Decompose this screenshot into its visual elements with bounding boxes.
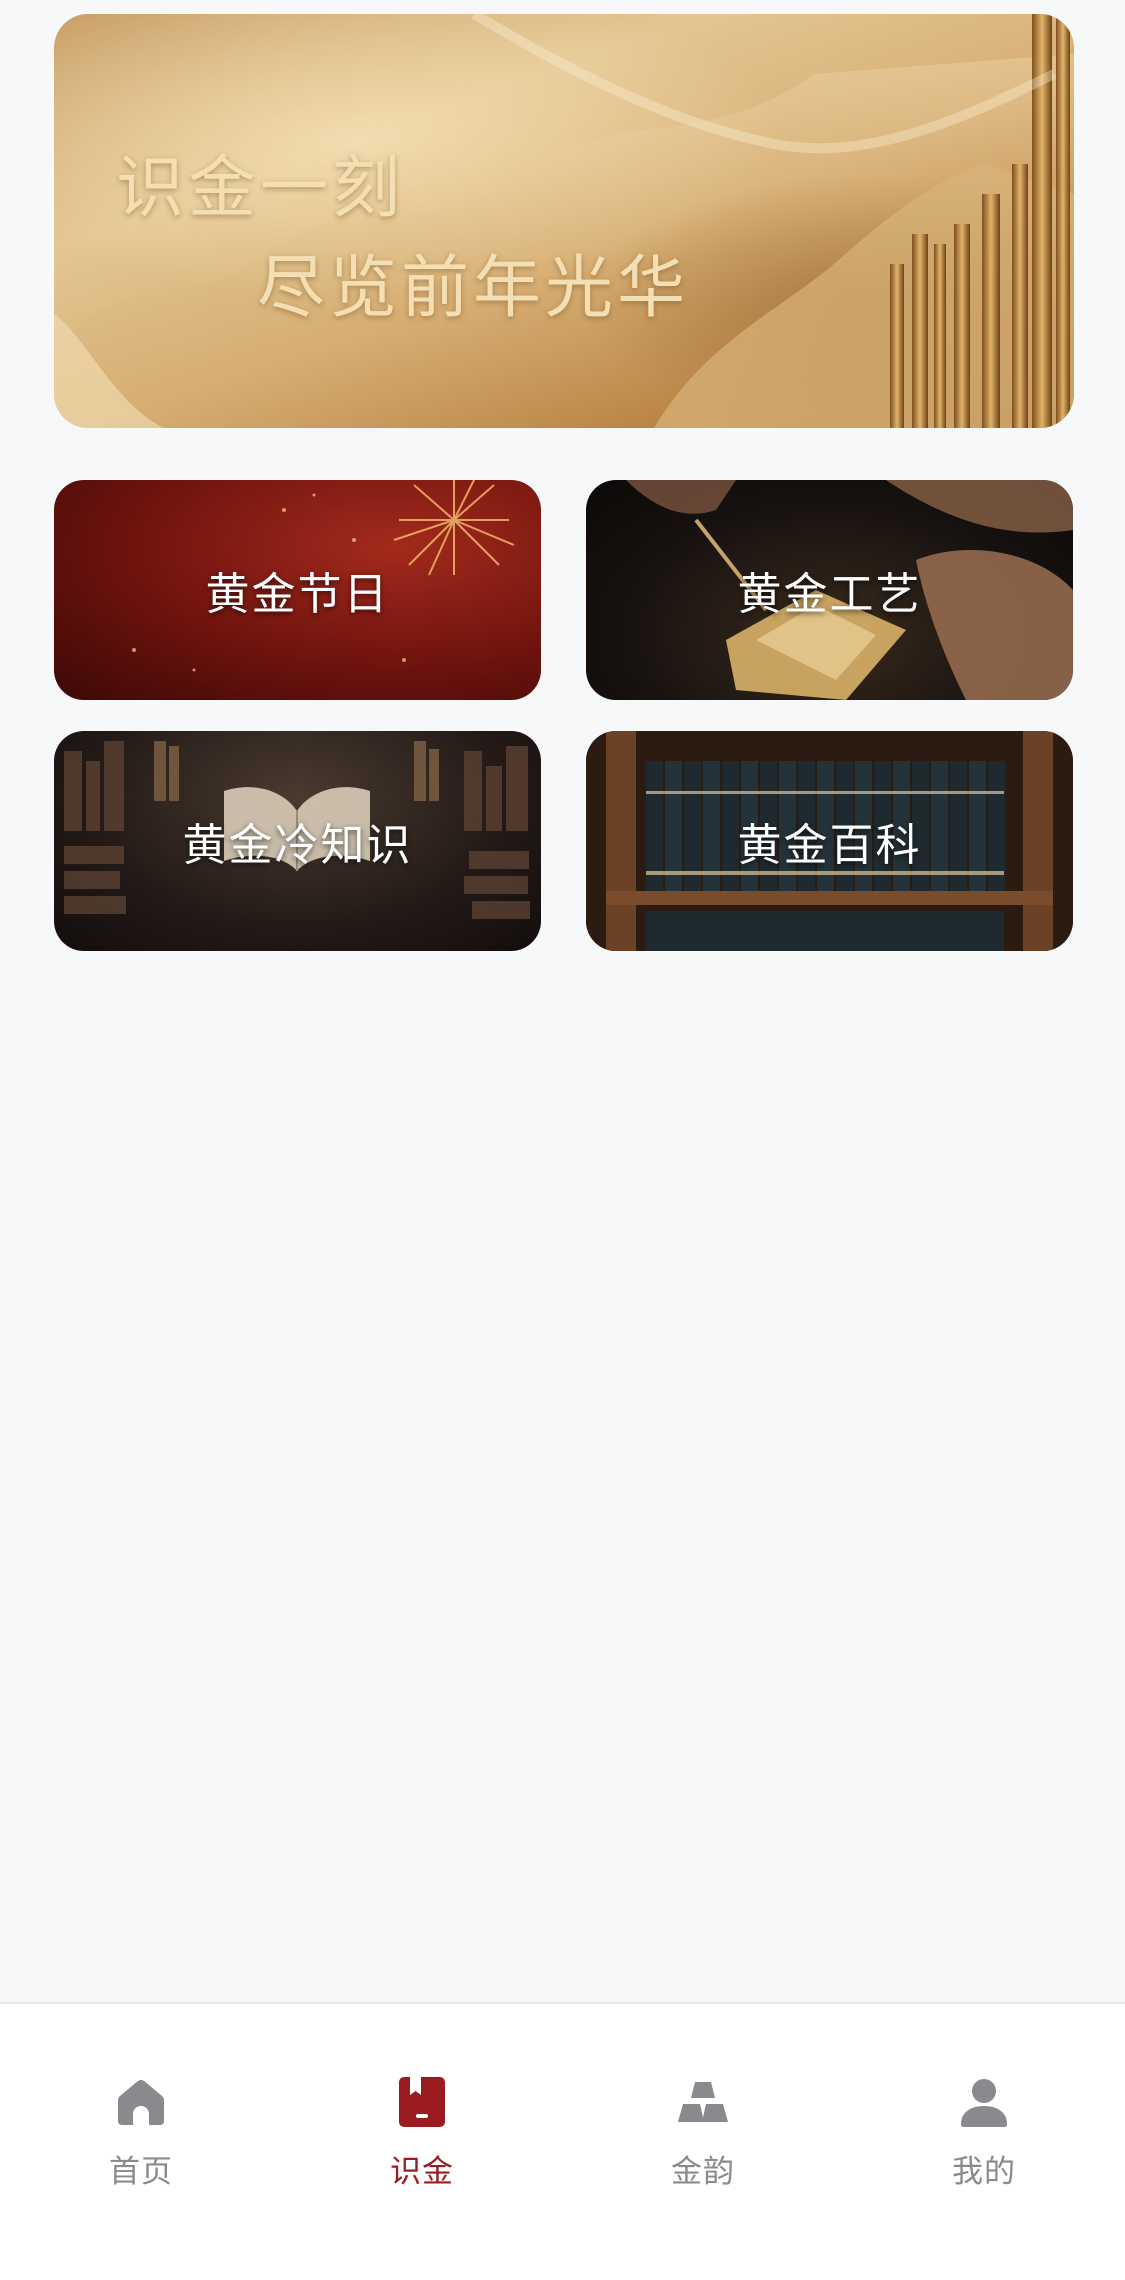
banner-title-line-1: 识金一刻 [116, 149, 405, 228]
hero-banner[interactable]: 识金一刻 尽览前年光华 [54, 14, 1074, 428]
bookmark-book-icon [399, 2077, 445, 2127]
tab-home[interactable]: 首页 [51, 2074, 231, 2204]
tab-label: 金韵 [671, 2154, 735, 2190]
gold-bars-icon [678, 2082, 728, 2122]
card-label: 黄金冷知识 [182, 820, 413, 871]
tab-label: 首页 [109, 2154, 173, 2190]
tab-learn-gold[interactable]: 识金 [332, 2074, 512, 2204]
card-label: 黄金节日 [205, 569, 390, 620]
tab-label: 识金 [390, 2154, 454, 2190]
card-gold-encyclopedia[interactable]: 黄金百科 [586, 731, 1073, 951]
user-icon [961, 2079, 1007, 2127]
tab-profile[interactable]: 我的 [894, 2074, 1074, 2204]
tab-label: 我的 [952, 2154, 1016, 2190]
card-gold-festival[interactable]: 黄金节日 [54, 480, 541, 700]
card-label: 黄金工艺 [737, 569, 922, 620]
card-gold-craft[interactable]: 黄金工艺 [586, 480, 1073, 700]
bottom-tab-bar: 首页 识金 金韵 我的 [0, 2002, 1125, 2280]
home-icon [118, 2080, 164, 2125]
card-label: 黄金百科 [737, 820, 922, 871]
tab-gold-charm[interactable]: 金韵 [613, 2074, 793, 2204]
card-gold-trivia[interactable]: 黄金冷知识 [54, 731, 541, 951]
banner-title-line-2: 尽览前年光华 [257, 249, 690, 328]
